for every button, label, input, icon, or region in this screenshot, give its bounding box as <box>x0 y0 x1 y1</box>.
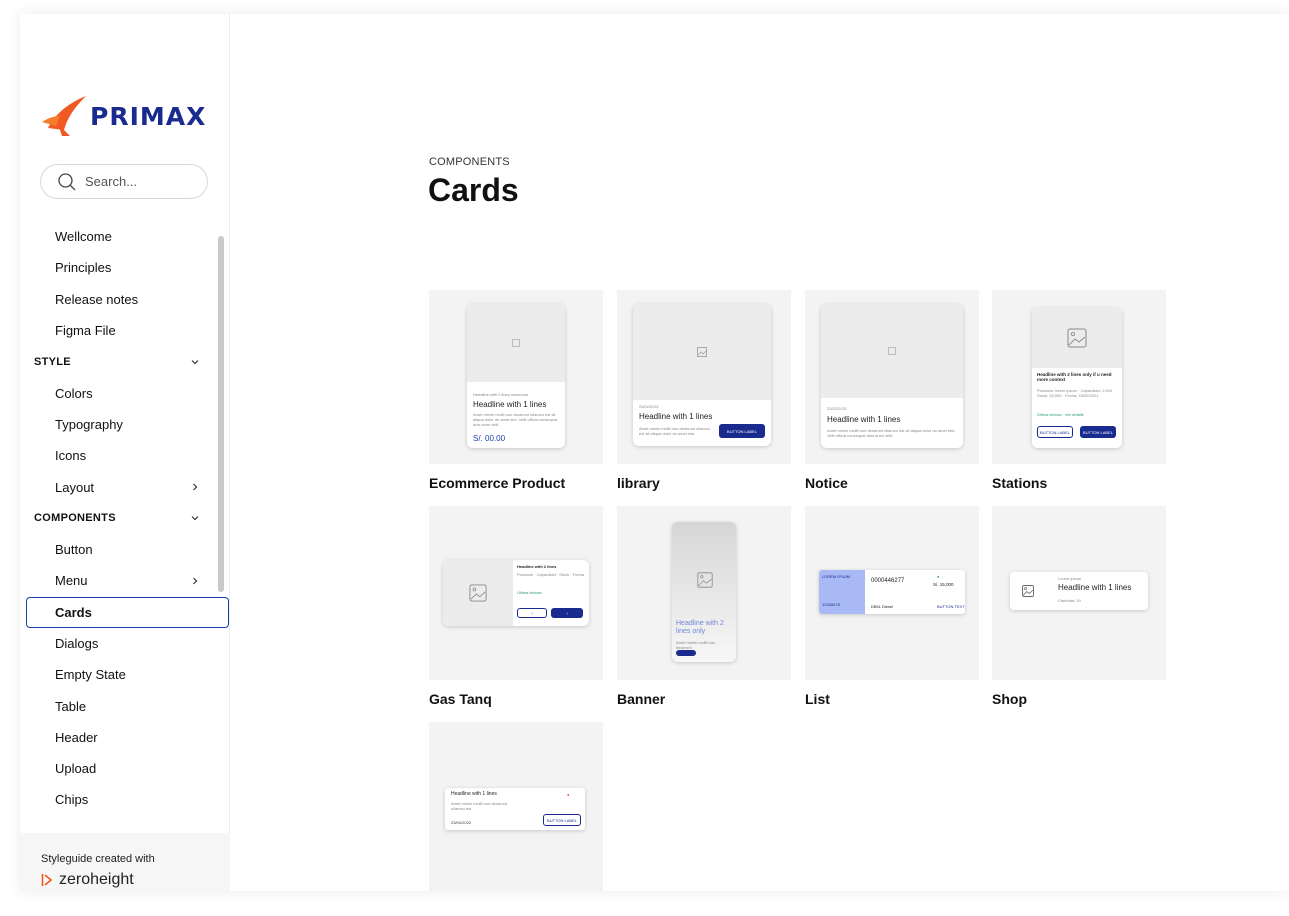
sidebar-item-cards[interactable]: Cards <box>20 596 230 629</box>
sidebar-item-dialogs[interactable]: Dialogs <box>20 628 230 659</box>
footer-note: Styleguide created with <box>41 853 155 865</box>
sidebar-item-principles[interactable]: Principles <box>20 252 230 283</box>
sidebar-item-release-notes[interactable]: Release notes <box>20 284 230 315</box>
search-icon <box>58 172 76 190</box>
tile-thumbnail: Headline with 2 lines only if u need mor… <box>992 290 1166 464</box>
zeroheight-icon <box>41 874 53 886</box>
image-placeholder-icon <box>443 560 513 626</box>
tile-list[interactable]: LOREM IPSUM 12345678 0000446277 ● S/. 15… <box>805 506 979 707</box>
mini-card: Headline with 2 lines Producto · Capacid… <box>443 560 589 626</box>
sidebar-scrollbar[interactable] <box>218 236 224 592</box>
mini-card: Headline with 2 lines maximum Headline w… <box>467 304 565 448</box>
brand-name: PRIMAX <box>90 101 207 131</box>
mini-card: LOREM IPSUM 12345678 0000446277 ● S/. 15… <box>819 570 965 614</box>
sidebar-item-upload[interactable]: Upload <box>20 753 230 784</box>
tile-label: Shop <box>992 691 1027 707</box>
mini-card: Lorem ipsum Headline with 1 lines Cantid… <box>1010 572 1148 610</box>
mini-card: 23/02/2021 Headline with 1 lines Amet mi… <box>821 304 963 448</box>
sidebar: PRIMAX Wellcome Principles Release notes… <box>20 14 230 891</box>
sidebar-item-icons[interactable]: Icons <box>20 440 230 471</box>
sidebar-item-figma-file[interactable]: Figma File <box>20 315 230 346</box>
mini-card: Headline with 1 lines ● Amet minim molli… <box>445 788 585 830</box>
tile-thumbnail: Lorem ipsum Headline with 1 lines Cantid… <box>992 506 1166 680</box>
tile-library[interactable]: 23/02/2021 Headline with 1 lines Amet mi… <box>617 290 791 491</box>
chevron-right-icon <box>193 577 198 585</box>
tile-label: List <box>805 691 830 707</box>
zeroheight-label: zeroheight <box>59 871 134 888</box>
tile-label: library <box>617 475 660 491</box>
tile-label: Gas Tanq <box>429 691 492 707</box>
tile-thumbnail: Headline with 1 lines ● Amet minim molli… <box>429 722 603 891</box>
primax-logo[interactable]: PRIMAX <box>40 94 206 138</box>
tile-thumbnail: 23/02/2021 Headline with 1 lines Amet mi… <box>617 290 791 464</box>
sidebar-footer: Styleguide created with zeroheight <box>20 833 230 891</box>
sidebar-item-menu[interactable]: Menu <box>20 565 230 596</box>
sidebar-nav: Wellcome Principles Release notes Figma … <box>20 221 230 833</box>
image-placeholder-icon <box>1022 584 1034 602</box>
image-placeholder-icon <box>1032 308 1122 368</box>
app-window: PRIMAX Wellcome Principles Release notes… <box>20 14 1289 891</box>
image-placeholder-icon <box>697 572 713 593</box>
mini-card: Headline with 2 lines only Amet minim mo… <box>672 522 736 662</box>
zeroheight-link[interactable]: zeroheight <box>41 871 230 889</box>
tile-unlabeled[interactable]: Headline with 1 lines ● Amet minim molli… <box>429 722 603 891</box>
tile-notice[interactable]: 23/02/2021 Headline with 1 lines Amet mi… <box>805 290 979 491</box>
tile-gas-tanq[interactable]: Headline with 2 lines Producto · Capacid… <box>429 506 603 707</box>
search-box[interactable] <box>40 164 208 199</box>
sidebar-section-components[interactable]: COMPONENTS <box>20 503 230 534</box>
tile-thumbnail: 23/02/2021 Headline with 1 lines Amet mi… <box>805 290 979 464</box>
mini-card: Headline with 2 lines only if u need mor… <box>1032 308 1122 448</box>
image-placeholder-icon <box>821 304 963 398</box>
image-placeholder-icon <box>467 304 565 382</box>
page-eyebrow: COMPONENTS <box>429 156 510 168</box>
tile-stations[interactable]: Headline with 2 lines only if u need mor… <box>992 290 1166 491</box>
tile-label: Ecommerce Product <box>429 475 566 491</box>
chevron-right-icon <box>193 483 198 491</box>
mini-card: 23/02/2021 Headline with 1 lines Amet mi… <box>633 304 771 446</box>
main-content: COMPONENTS Cards Headline with 2 lines m… <box>230 14 1289 891</box>
page-title: Cards <box>428 172 519 208</box>
chevron-down-icon <box>191 516 199 521</box>
tile-shop[interactable]: Lorem ipsum Headline with 1 lines Cantid… <box>992 506 1166 707</box>
sidebar-item-layout[interactable]: Layout <box>20 471 230 502</box>
sidebar-item-colors[interactable]: Colors <box>20 377 230 408</box>
tile-thumbnail: Headline with 2 lines only Amet minim mo… <box>617 506 791 680</box>
tile-thumbnail: LOREM IPSUM 12345678 0000446277 ● S/. 15… <box>805 506 979 680</box>
tile-banner[interactable]: Headline with 2 lines only Amet minim mo… <box>617 506 791 707</box>
tile-label: Notice <box>805 475 848 491</box>
primax-logo-icon <box>42 96 86 136</box>
tile-thumbnail: Headline with 2 lines Producto · Capacid… <box>429 506 603 680</box>
tile-ecommerce-product[interactable]: Headline with 2 lines maximum Headline w… <box>429 290 603 491</box>
sidebar-item-chips[interactable]: Chips <box>20 784 230 815</box>
tile-label: Stations <box>992 475 1048 491</box>
sidebar-item-header[interactable]: Header <box>20 722 230 753</box>
sidebar-item-button[interactable]: Button <box>20 534 230 565</box>
search-input[interactable] <box>85 174 195 189</box>
sidebar-item-table[interactable]: Table <box>20 690 230 721</box>
tile-label: Banner <box>617 691 666 707</box>
sidebar-item-empty-state[interactable]: Empty State <box>20 659 230 690</box>
sidebar-item-typography[interactable]: Typography <box>20 409 230 440</box>
image-placeholder-icon <box>633 304 771 400</box>
tile-thumbnail: Headline with 2 lines maximum Headline w… <box>429 290 603 464</box>
sidebar-item-wellcome[interactable]: Wellcome <box>20 221 230 252</box>
chevron-down-icon <box>191 359 199 365</box>
sidebar-section-style[interactable]: STYLE <box>20 346 230 377</box>
